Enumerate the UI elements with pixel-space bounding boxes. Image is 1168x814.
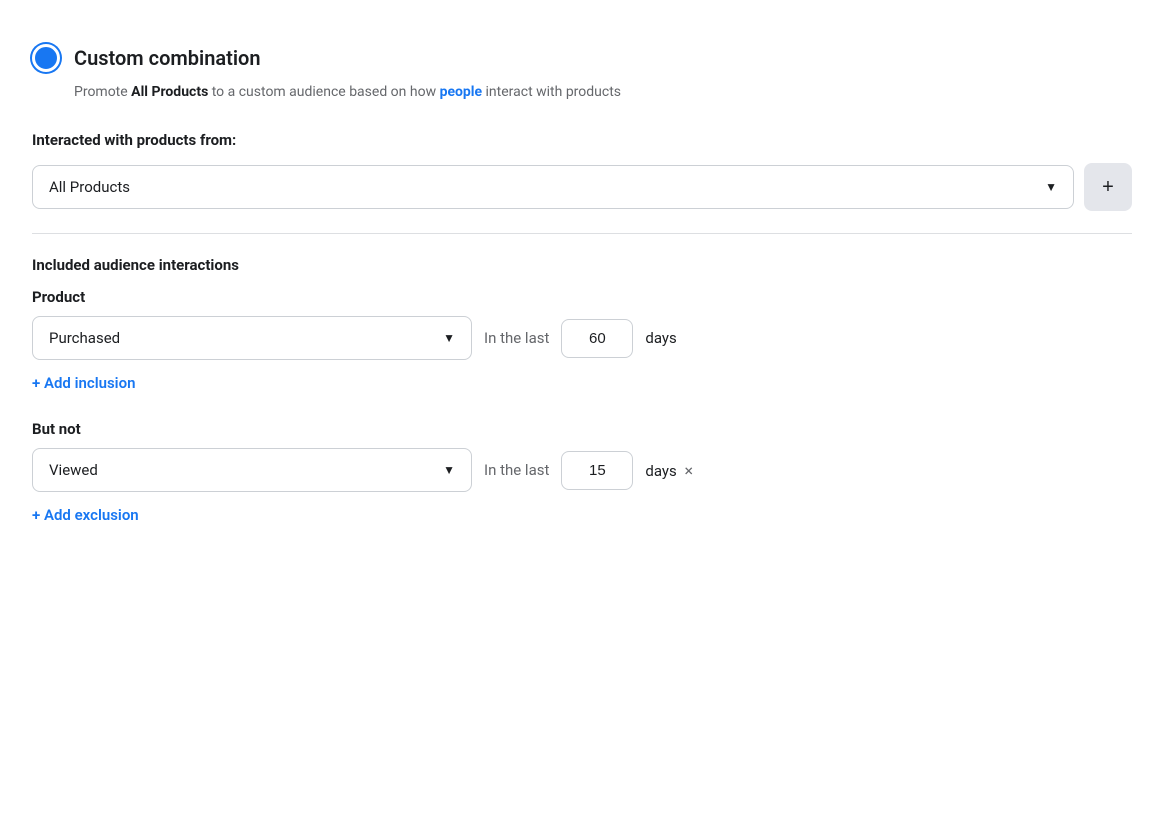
viewed-dropdown[interactable]: Viewed ▼ (32, 448, 472, 492)
purchased-dropdown-arrow-icon: ▼ (443, 331, 455, 345)
subtitle-middle: to a custom audience based on how (208, 84, 439, 100)
divider (32, 233, 1132, 234)
subtitle-suffix: interact with products (482, 84, 621, 100)
subtitle-bold: All Products (131, 84, 208, 100)
add-exclusion-button[interactable]: + Add exclusion (32, 506, 139, 524)
in-the-last-label-excluded: In the last (484, 461, 549, 479)
people-link[interactable]: people (440, 84, 482, 100)
dropdown-arrow-icon: ▼ (1045, 180, 1057, 194)
remove-exclusion-button[interactable]: × (684, 461, 693, 480)
viewed-dropdown-arrow-icon: ▼ (443, 463, 455, 477)
all-products-dropdown[interactable]: All Products ▼ (32, 165, 1074, 209)
page-title: Custom combination (74, 46, 261, 70)
subtitle: Promote All Products to a custom audienc… (74, 82, 1132, 103)
subtitle-prefix: Promote (74, 84, 131, 100)
all-products-value: All Products (49, 178, 130, 196)
days-label-excluded: days × (645, 461, 693, 480)
products-row: All Products ▼ + (32, 163, 1132, 211)
title-row: Custom combination (32, 44, 1132, 72)
purchased-value: Purchased (49, 329, 120, 347)
days-label-included: days (645, 329, 676, 347)
included-section-title: Included audience interactions (32, 256, 1132, 274)
but-not-label: But not (32, 420, 1132, 438)
excluded-section: But not Viewed ▼ In the last days × + Ad… (32, 420, 1132, 524)
add-inclusion-button[interactable]: + Add inclusion (32, 374, 135, 392)
exclusion-row: Viewed ▼ In the last days × (32, 448, 1132, 492)
purchased-dropdown[interactable]: Purchased ▼ (32, 316, 472, 360)
products-section: Interacted with products from: All Produ… (32, 131, 1132, 211)
add-product-button[interactable]: + (1084, 163, 1132, 211)
in-the-last-label: In the last (484, 329, 549, 347)
included-audience-section: Included audience interactions Product P… (32, 256, 1132, 392)
interacted-with-label: Interacted with products from: (32, 131, 1132, 149)
inclusion-row: Purchased ▼ In the last days (32, 316, 1132, 360)
main-container: Custom combination Promote All Products … (32, 24, 1132, 544)
days-input-included[interactable] (561, 319, 633, 358)
days-input-excluded[interactable] (561, 451, 633, 490)
viewed-value: Viewed (49, 461, 98, 479)
product-field-label: Product (32, 288, 1132, 306)
radio-button[interactable] (32, 44, 60, 72)
